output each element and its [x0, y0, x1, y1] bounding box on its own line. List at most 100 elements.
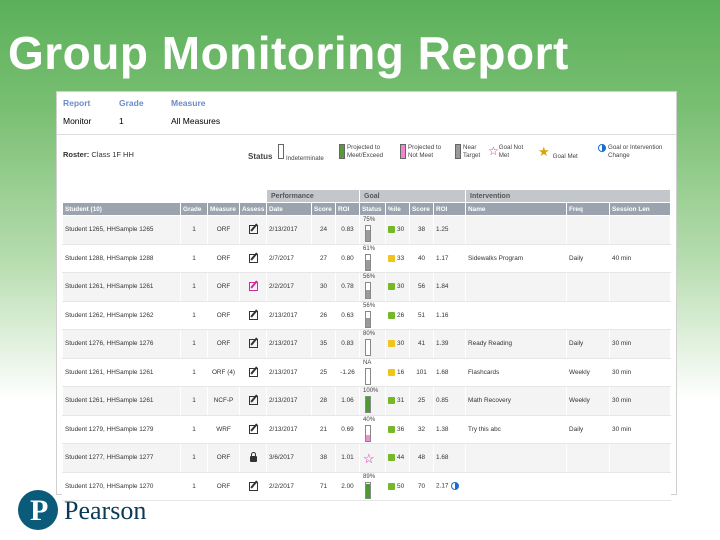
- percentile-swatch-icon: [388, 454, 396, 462]
- percentile: 50: [385, 471, 411, 501]
- roi: 0.80: [334, 243, 361, 273]
- measure: ORF: [207, 471, 240, 501]
- report-value[interactable]: Monitor: [63, 116, 91, 126]
- intervention-name[interactable]: [465, 215, 568, 245]
- col-grade[interactable]: Grade: [180, 202, 208, 216]
- table-row[interactable]: Student 1262, HHSample 1262 1 ORF 2/13/2017…: [62, 300, 672, 330]
- status: ☆: [359, 443, 387, 473]
- percentile: 16: [385, 357, 411, 387]
- col-name[interactable]: Name: [465, 202, 568, 216]
- col-status[interactable]: Status: [359, 202, 387, 216]
- frequency: Weekly: [566, 357, 611, 387]
- edit-icon[interactable]: [248, 339, 258, 349]
- col-goal-roi[interactable]: ROI: [433, 202, 467, 216]
- edit-icon[interactable]: [248, 424, 258, 434]
- intervention-name[interactable]: [465, 471, 568, 501]
- group-goal: Goal: [359, 189, 467, 203]
- measure: NCF-P: [207, 386, 240, 416]
- percentile: 44: [385, 443, 411, 473]
- table-row[interactable]: Student 1261, HHSample 1261 1 NCF-P 2/13/20…: [62, 386, 672, 416]
- table-row[interactable]: Student 1279, HHSample 1279 1 WRF 2/13/2017…: [62, 414, 672, 444]
- roster: Roster: Class 1F HH: [63, 150, 134, 159]
- grade-value[interactable]: 1: [119, 116, 124, 126]
- intervention-name[interactable]: Flashcards: [465, 357, 568, 387]
- col-date[interactable]: Date: [266, 202, 312, 216]
- roster-value[interactable]: Class 1F HH: [91, 150, 134, 159]
- status-percent: 89%: [363, 473, 376, 480]
- student-name[interactable]: Student 1261, HHSample 1261: [62, 386, 181, 416]
- student-name[interactable]: Student 1276, HHSample 1276: [62, 329, 181, 359]
- edit-icon[interactable]: [248, 481, 258, 491]
- col-session-len[interactable]: Session Len: [609, 202, 672, 216]
- intervention-name[interactable]: Try this abc: [465, 414, 568, 444]
- goal-roi: 2.17: [433, 471, 467, 501]
- col-freq[interactable]: Freq: [566, 202, 611, 216]
- roi: 0.63: [334, 300, 361, 330]
- student-name[interactable]: Student 1279, HHSample 1279: [62, 414, 181, 444]
- score: 30: [311, 272, 336, 302]
- session-length: [609, 215, 672, 245]
- grade: 1: [180, 443, 208, 473]
- grade: 1: [180, 300, 208, 330]
- student-name[interactable]: Student 1288, HHSample 1288: [62, 243, 181, 273]
- student-name[interactable]: Student 1261, HHSample 1261: [62, 272, 181, 302]
- session-length: [609, 471, 672, 501]
- intervention-name[interactable]: Sidewalks Program: [465, 243, 568, 273]
- roi: 0.78: [334, 272, 361, 302]
- edit-icon[interactable]: [248, 396, 258, 406]
- col-score[interactable]: Score: [311, 202, 336, 216]
- edit-icon[interactable]: [248, 367, 258, 377]
- session-length: 30 min: [609, 329, 672, 359]
- date: 2/2/2017: [266, 272, 312, 302]
- goal-score: 32: [409, 414, 435, 444]
- edit-icon[interactable]: [248, 282, 258, 292]
- report-panel: Report Grade Measure Monitor 1 All Measu…: [56, 91, 677, 501]
- goal-roi: 1.16: [433, 300, 467, 330]
- student-name[interactable]: Student 1261, HHSample 1261: [62, 357, 181, 387]
- assess: [239, 471, 267, 501]
- student-name[interactable]: Student 1265, HHSample 1265: [62, 215, 181, 245]
- not-meet-icon: [400, 144, 406, 159]
- goal-score: 101: [409, 357, 435, 387]
- frequency: [566, 272, 611, 302]
- table-row[interactable]: Student 1276, HHSample 1276 1 ORF 2/13/2017…: [62, 329, 672, 359]
- intervention-name[interactable]: [465, 443, 568, 473]
- status: 75%: [359, 215, 387, 245]
- edit-icon[interactable]: [248, 225, 258, 235]
- table-row[interactable]: Student 1261, HHSample 1261 1 ORF (4) 2/13/…: [62, 357, 672, 387]
- date: 2/13/2017: [266, 357, 312, 387]
- assess: [239, 443, 267, 473]
- percentile-swatch-icon: [388, 254, 396, 262]
- edit-icon[interactable]: [248, 310, 258, 320]
- goal-roi: 1.38: [433, 414, 467, 444]
- student-name[interactable]: Student 1262, HHSample 1262: [62, 300, 181, 330]
- table-row[interactable]: Student 1277, HHSample 1277 1 ORF 3/6/2017 3…: [62, 443, 672, 473]
- student-name[interactable]: Student 1277, HHSample 1277: [62, 443, 181, 473]
- change-icon: [451, 482, 460, 491]
- measure-header: Measure: [171, 98, 206, 108]
- table-row[interactable]: Student 1288, HHSample 1288 1 ORF 2/7/2017 2…: [62, 243, 672, 273]
- edit-icon[interactable]: [248, 253, 258, 263]
- date: 3/6/2017: [266, 443, 312, 473]
- col-measure[interactable]: Measure: [207, 202, 240, 216]
- legend-near-target: Near Target: [455, 144, 483, 160]
- intervention-name[interactable]: Ready Reading: [465, 329, 568, 359]
- col-percentile[interactable]: %ile: [385, 202, 411, 216]
- measure-value[interactable]: All Measures: [171, 116, 220, 126]
- col-roi[interactable]: ROI: [334, 202, 361, 216]
- intervention-name[interactable]: [465, 300, 568, 330]
- table-row[interactable]: Student 1261, HHSample 1261 1 ORF 2/2/2017 3…: [62, 272, 672, 302]
- percentile: 26: [385, 300, 411, 330]
- goal-roi: 1.84: [433, 272, 467, 302]
- col-assess[interactable]: Assess: [239, 202, 267, 216]
- goal-roi: 0.85: [433, 386, 467, 416]
- col-student[interactable]: Student (10): [62, 202, 181, 216]
- intervention-name[interactable]: [465, 272, 568, 302]
- assess: [239, 272, 267, 302]
- report-header: Report: [63, 98, 91, 108]
- status-bar: [365, 282, 372, 299]
- intervention-name[interactable]: Math Recovery: [465, 386, 568, 416]
- table-row[interactable]: Student 1265, HHSample 1265 1 ORF 2/13/2017…: [62, 215, 672, 245]
- measure: ORF: [207, 329, 240, 359]
- col-goal-score[interactable]: Score: [409, 202, 435, 216]
